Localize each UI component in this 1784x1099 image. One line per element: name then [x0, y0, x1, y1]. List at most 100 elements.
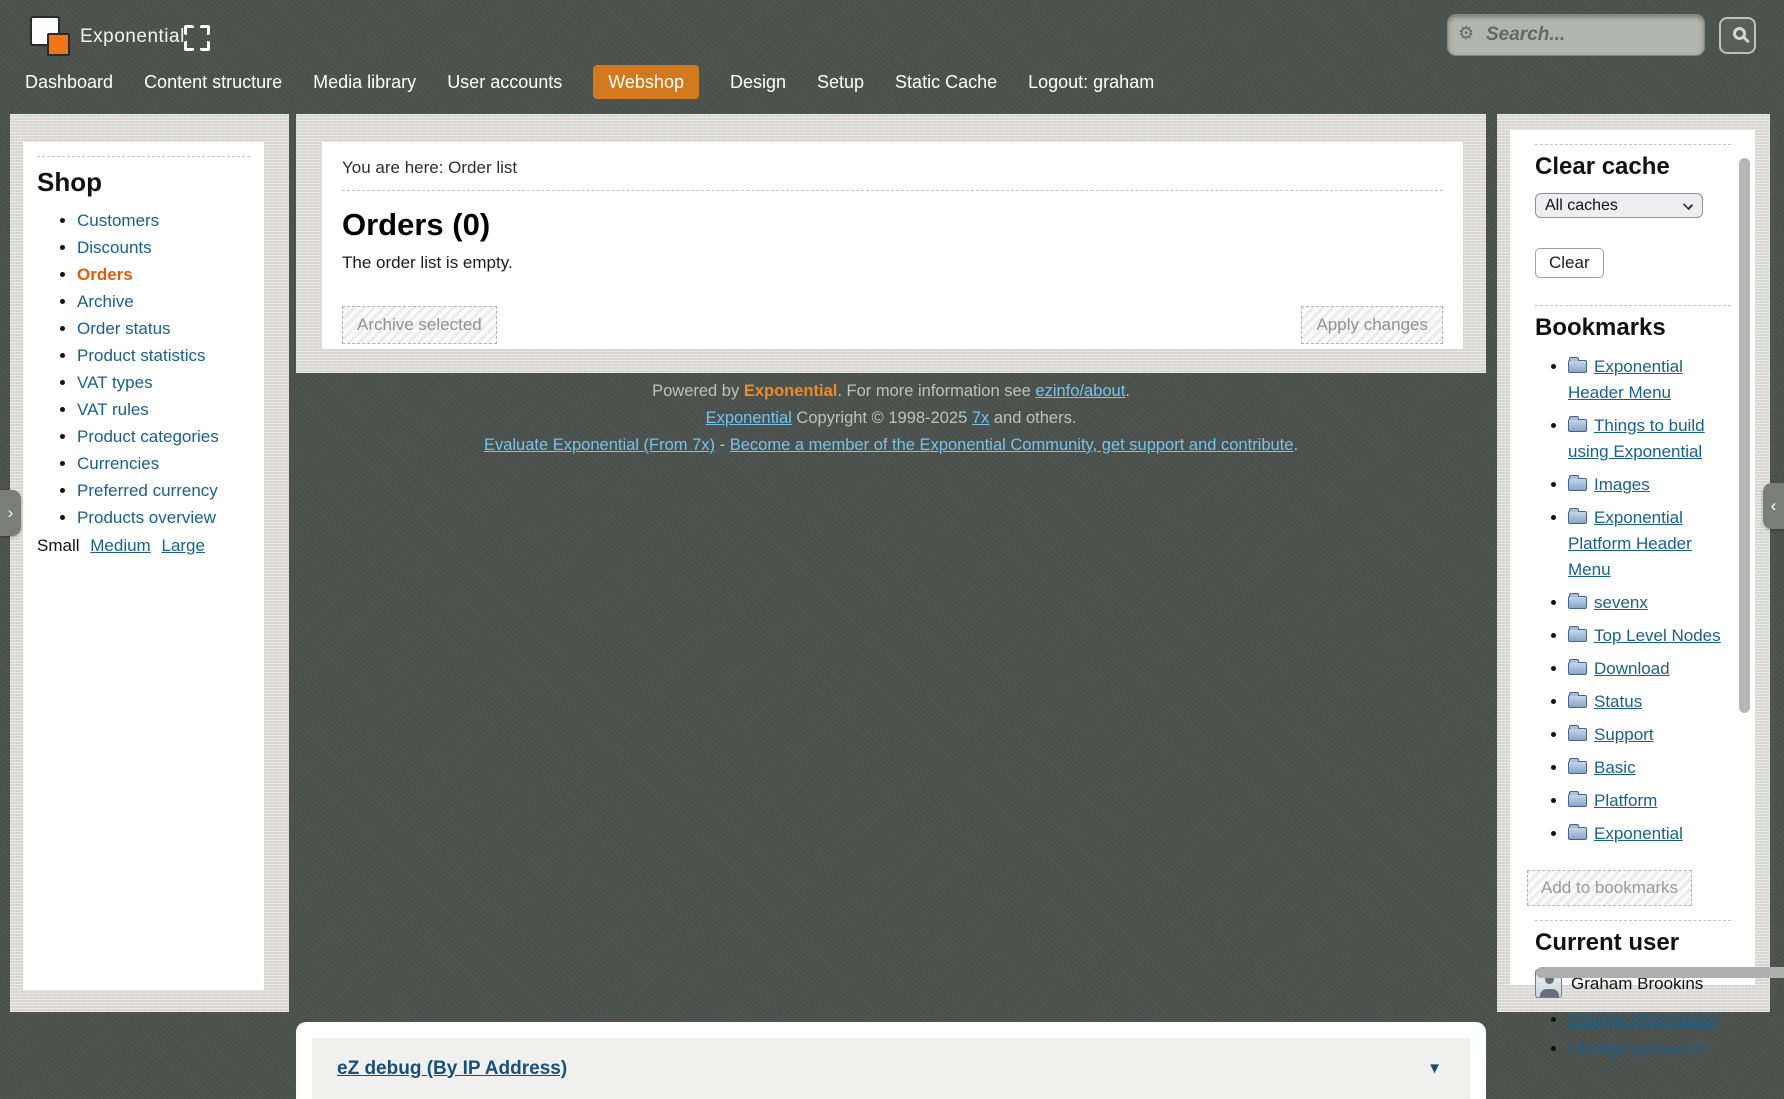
bookmark-item: Status: [1568, 689, 1725, 715]
chevron-down-icon: [1683, 200, 1693, 210]
shop-menu-link[interactable]: Product statistics: [77, 346, 206, 365]
exponential-link[interactable]: Exponential: [706, 409, 792, 427]
left-sidebar-panel: Shop Customers Discounts Orders Archive: [10, 114, 289, 1012]
nav-link[interactable]: Logout: graham: [1028, 65, 1154, 99]
nav-item: Static Cache: [895, 72, 997, 93]
nav-link[interactable]: Setup: [817, 65, 864, 99]
debug-bar: eZ debug (By IP Address) ▼: [312, 1038, 1470, 1099]
bookmark-link[interactable]: Exponential: [1594, 824, 1683, 843]
footer-line-2: Exponential Copyright © 1998-2025 7x and…: [296, 405, 1486, 432]
user-link[interactable]: Change password: [1568, 1039, 1705, 1058]
folder-icon: [1568, 695, 1587, 708]
bookmark-link[interactable]: Download: [1594, 659, 1670, 678]
archive-selected-button[interactable]: Archive selected: [342, 306, 497, 344]
bookmark-link[interactable]: Platform: [1594, 791, 1657, 810]
nav-item: Content structure: [144, 72, 282, 93]
nav-link[interactable]: Media library: [313, 65, 416, 99]
empty-message: The order list is empty.: [342, 253, 1443, 273]
logo-orange-square: [47, 33, 70, 56]
main-nav: Dashboard Content structure Media librar…: [25, 72, 1154, 93]
ezinfo-about-link[interactable]: ezinfo/about: [1035, 382, 1125, 400]
shop-menu-item: Preferred currency: [77, 482, 250, 499]
nav-link[interactable]: Static Cache: [895, 65, 997, 99]
nav-item: Media library: [313, 72, 416, 93]
shop-menu-list: Customers Discounts Orders Archive Order…: [37, 212, 250, 526]
main-content-strip: You are here: Order list Orders (0) The …: [296, 114, 1486, 373]
shop-menu-link[interactable]: Order status: [77, 319, 171, 338]
shop-menu-item: Product statistics: [77, 347, 250, 364]
shop-menu-link[interactable]: VAT rules: [77, 400, 149, 419]
size-switcher: Small Medium Large: [37, 536, 250, 556]
divider: [342, 190, 1443, 191]
clear-cache-button[interactable]: Clear: [1535, 248, 1604, 278]
folder-icon: [1568, 761, 1587, 774]
bookmark-item: sevenx: [1568, 590, 1725, 616]
bookmark-link[interactable]: Status: [1594, 692, 1642, 711]
nav-link[interactable]: Webshop: [593, 65, 699, 99]
orders-card: You are here: Order list Orders (0) The …: [322, 142, 1463, 349]
folder-icon: [1568, 662, 1587, 675]
shop-menu-link[interactable]: Archive: [77, 292, 134, 311]
search-button[interactable]: [1719, 17, 1756, 54]
folder-icon: [1568, 511, 1587, 524]
divider: [1535, 920, 1731, 921]
seven-x-link[interactable]: 7x: [972, 409, 989, 427]
fullscreen-icon[interactable]: [184, 25, 210, 51]
left-sidebar-expand-tab[interactable]: ›: [0, 490, 21, 536]
bookmark-item: Download: [1568, 656, 1725, 682]
caret-down-icon[interactable]: ▼: [1427, 1060, 1442, 1077]
bookmark-link[interactable]: Images: [1594, 475, 1650, 494]
shop-menu-item: Product categories: [77, 428, 250, 445]
bookmark-item: Things to build using Exponential: [1568, 413, 1725, 465]
apply-changes-button[interactable]: Apply changes: [1301, 306, 1443, 344]
shop-menu-link[interactable]: Customers: [77, 211, 159, 230]
site-footer: Powered by Exponential. For more informa…: [296, 378, 1486, 459]
shop-menu-link[interactable]: Discounts: [77, 238, 152, 257]
size-current-label: Small: [37, 536, 80, 555]
user-link[interactable]: Change information: [1568, 1010, 1716, 1029]
horizontal-scrollbar[interactable]: [1536, 967, 1784, 978]
cache-select[interactable]: All caches: [1535, 193, 1703, 218]
footer-line-3: Evaluate Exponential (From 7x) - Become …: [296, 432, 1486, 459]
breadcrumb: You are here: Order list: [342, 158, 1443, 178]
community-link[interactable]: Become a member of the Exponential Commu…: [730, 436, 1294, 454]
footer-text: Powered by: [652, 382, 744, 400]
user-links-list: Change information Change password: [1535, 1010, 1755, 1059]
size-medium-link[interactable]: Medium: [90, 536, 150, 555]
shop-menu-link[interactable]: Preferred currency: [77, 481, 218, 500]
exponential-logo-icon[interactable]: [30, 16, 70, 56]
bookmark-link[interactable]: Support: [1594, 725, 1654, 744]
bookmark-link[interactable]: Basic: [1594, 758, 1636, 777]
shop-menu-link[interactable]: VAT types: [77, 373, 153, 392]
user-link-item: Change information: [1568, 1010, 1755, 1030]
shop-menu-item: Archive: [77, 293, 250, 310]
nav-link[interactable]: Design: [730, 65, 786, 99]
shop-menu-item: Discounts: [77, 239, 250, 256]
bookmark-link[interactable]: Things to build using Exponential: [1568, 416, 1705, 461]
footer-text: and others.: [989, 409, 1076, 427]
magnifier-icon: [1733, 27, 1746, 40]
bookmark-link[interactable]: Top Level Nodes: [1594, 626, 1721, 645]
shop-menu-link[interactable]: Currencies: [77, 454, 159, 473]
debug-toggle-link[interactable]: eZ debug (By IP Address): [337, 1058, 567, 1080]
shop-menu-link[interactable]: Orders: [77, 265, 133, 284]
shop-menu-item: Customers: [77, 212, 250, 229]
chevron-right-icon: ›: [8, 503, 14, 523]
search-input[interactable]: [1447, 14, 1705, 56]
footer-line-1: Powered by Exponential. For more informa…: [296, 378, 1486, 405]
evaluate-link[interactable]: Evaluate Exponential (From 7x): [484, 436, 715, 454]
nav-item: Dashboard: [25, 72, 113, 93]
shop-menu-link[interactable]: Product categories: [77, 427, 219, 446]
right-sidebar-collapse-tab[interactable]: ‹: [1763, 483, 1784, 529]
folder-icon: [1568, 794, 1587, 807]
nav-link[interactable]: Dashboard: [25, 65, 113, 99]
add-to-bookmarks-button[interactable]: Add to bookmarks: [1527, 870, 1692, 906]
shop-menu-link[interactable]: Products overview: [77, 508, 216, 527]
vertical-scrollbar[interactable]: [1739, 158, 1750, 713]
nav-link[interactable]: Content structure: [144, 65, 282, 99]
bookmark-link[interactable]: sevenx: [1594, 593, 1648, 612]
nav-link[interactable]: User accounts: [447, 65, 562, 99]
size-large-link[interactable]: Large: [161, 536, 204, 555]
divider: [1535, 305, 1731, 306]
folder-icon: [1568, 596, 1587, 609]
